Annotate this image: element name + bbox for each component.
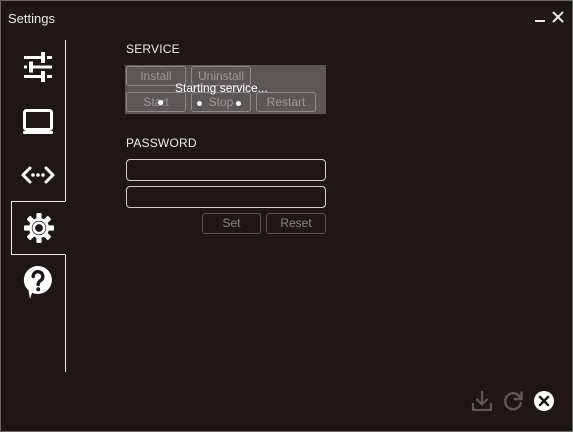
nav-item-help[interactable] — [11, 255, 65, 309]
password-confirm-field[interactable] — [126, 186, 326, 208]
service-status-text: Starting service... — [175, 81, 268, 95]
close-dialog-button[interactable] — [533, 390, 555, 412]
spinner-dot — [236, 101, 241, 106]
close-circle-icon — [534, 391, 554, 411]
set-password-button[interactable]: Set — [202, 213, 261, 234]
service-heading: SERVICE — [126, 42, 180, 56]
minimize-icon — [535, 20, 545, 22]
download-icon — [471, 390, 493, 412]
settings-window: Settings SERVICE Install Uninstall Start… — [0, 0, 573, 432]
download-button[interactable] — [471, 390, 493, 412]
window-title: Settings — [8, 11, 55, 26]
gear-icon — [23, 213, 54, 243]
minimize-button[interactable] — [532, 9, 548, 25]
spinner-dot — [197, 101, 202, 106]
help-icon — [23, 265, 52, 299]
display-icon — [23, 109, 53, 134]
start-button[interactable]: Start — [126, 92, 186, 112]
network-icon — [21, 166, 55, 184]
refresh-icon — [504, 391, 523, 411]
sliders-icon — [24, 52, 52, 82]
password-heading: PASSWORD — [126, 136, 197, 150]
password-field[interactable] — [126, 159, 326, 181]
spinner-dot — [158, 100, 163, 105]
window-close-button[interactable] — [550, 9, 566, 25]
nav-divider-bottom — [65, 255, 66, 372]
nav-item-network[interactable] — [11, 148, 65, 202]
restart-button[interactable]: Restart — [256, 92, 316, 112]
reset-password-button[interactable]: Reset — [266, 213, 326, 234]
nav-item-controls[interactable] — [11, 40, 65, 94]
nav-item-settings[interactable] — [11, 201, 66, 255]
title-bar: Settings — [1, 1, 572, 35]
nav-divider-top — [65, 40, 66, 201]
nav-item-display[interactable] — [11, 94, 65, 148]
refresh-button[interactable] — [502, 390, 524, 412]
close-icon — [552, 11, 564, 23]
